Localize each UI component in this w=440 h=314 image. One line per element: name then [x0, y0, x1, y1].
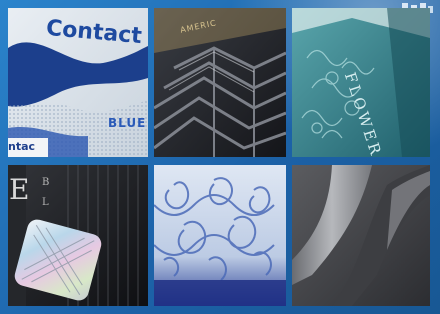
- photo-black-emboss: AMERIC: [154, 8, 286, 157]
- photo-damask-print: [154, 165, 286, 306]
- photo-glossy-swoosh: [292, 165, 430, 306]
- box-letter-e: E: [9, 173, 30, 206]
- photo-holographic-box: E B L: [8, 165, 148, 306]
- collage-background: Contact BLUE ntac AMERIC FLOWER E B L: [0, 0, 440, 314]
- blue-label-text: BLUE: [108, 116, 147, 130]
- contact-brand-small-text: ntac: [8, 140, 36, 153]
- photo-teal-flower-box: FLOWER: [292, 8, 430, 157]
- box-letter-l: L: [42, 197, 49, 208]
- photo-grid: Contact BLUE ntac AMERIC FLOWER E B L: [8, 8, 434, 312]
- box-letter-b: B: [42, 177, 50, 188]
- photo-contact-packaging: Contact BLUE ntac: [8, 8, 148, 157]
